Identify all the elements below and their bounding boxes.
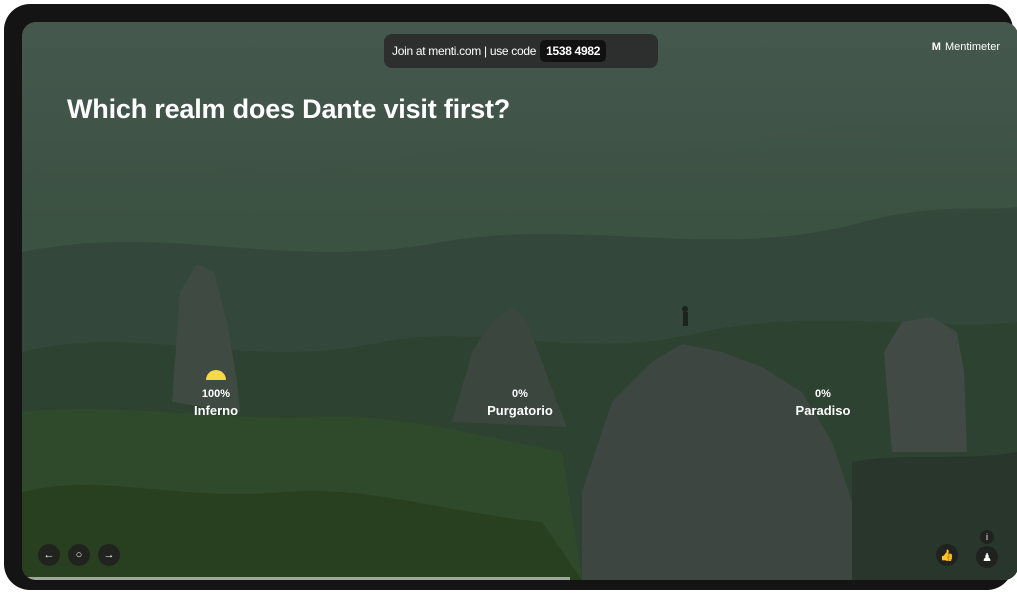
presentation-slide: Join at menti.com | use code 1538 4982 M… [22,22,1017,580]
option-purgatorio: 0% Purgatorio [450,388,590,418]
option-label: Purgatorio [487,403,553,418]
join-code: 1538 4982 [540,40,607,62]
option-percent: 0% [815,388,831,400]
info-icon[interactable]: i [980,530,994,544]
option-percent: 0% [512,388,528,400]
question-title: Which realm does Dante visit first? [67,94,511,124]
mentimeter-logo: M Mentimeter [932,41,1000,53]
person-icon[interactable]: ♟ [976,546,998,568]
arrow-left-icon[interactable]: ← [38,544,60,566]
lightbulb-icon[interactable]: ○ [68,544,90,566]
arrow-right-icon[interactable]: → [98,544,120,566]
join-instructions: Join at menti.com | use code 1538 4982 [384,34,658,68]
option-label: Inferno [193,403,239,418]
thumbs-up-icon[interactable]: 👍 [936,544,958,566]
option-percent: 100% [201,388,231,400]
mentimeter-mark-icon: M [931,41,941,53]
option-inferno: 100% Inferno [146,388,286,418]
option-paradiso: 0% Paradiso [753,388,893,418]
option-label: Paradiso [795,403,851,418]
presentation-progress-bar [22,577,570,580]
join-text: Join at menti.com | use code [392,44,537,58]
brand-name: Mentimeter [944,41,1000,53]
